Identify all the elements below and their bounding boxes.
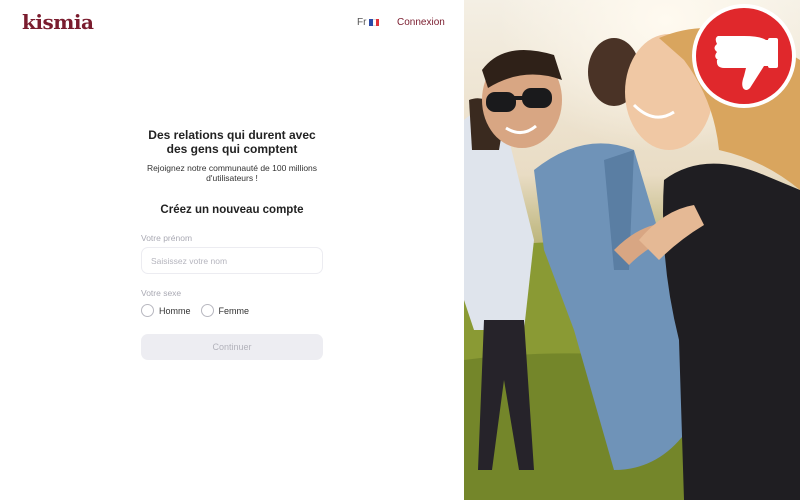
language-label: Fr [357, 17, 367, 28]
gender-option-male[interactable]: Homme [141, 304, 191, 318]
first-name-label: Votre prénom [141, 233, 193, 244]
france-flag-icon [369, 19, 380, 26]
gender-option-female[interactable]: Femme [200, 304, 250, 318]
gender-option-label: Homme [159, 305, 191, 316]
signup-form: Des relations qui durent avec des gens q… [141, 128, 323, 361]
thumbs-down-icon [690, 2, 798, 110]
language-selector[interactable]: Fr [357, 17, 380, 28]
subheadline: Rejoignez notre communauté de 100 millio… [146, 162, 318, 184]
login-link[interactable]: Connexion [397, 17, 445, 28]
kismia-logo[interactable]: kismia [22, 10, 94, 34]
continue-button[interactable]: Continuer [141, 334, 323, 361]
first-name-input[interactable] [141, 247, 323, 275]
top-bar: kismia Fr Connexion [0, 0, 464, 46]
radio-male[interactable] [141, 304, 154, 318]
radio-female[interactable] [200, 304, 214, 318]
gender-options: Homme Femme [141, 304, 323, 318]
form-title: Créez un nouveau compte [160, 204, 304, 217]
gender-label: Votre sexe [141, 288, 182, 299]
headline: Des relations qui durent avec des gens q… [148, 128, 316, 157]
gender-option-label: Femme [218, 305, 250, 316]
